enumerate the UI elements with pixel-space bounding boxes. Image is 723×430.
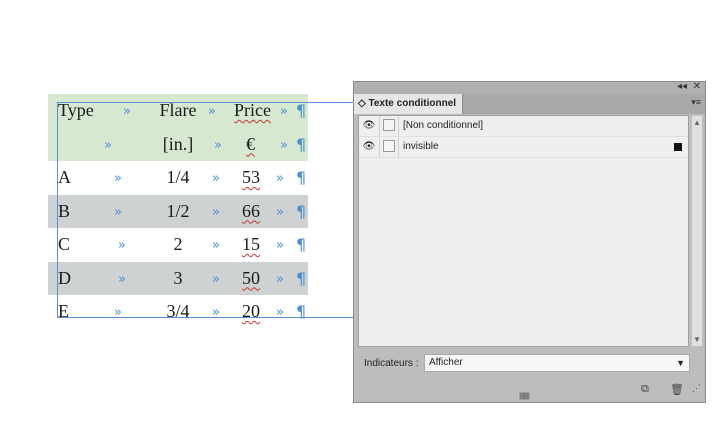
table-row: B » 1/2 » 66 » ¶ bbox=[48, 194, 308, 228]
tab-marker: » bbox=[280, 104, 288, 119]
table-row: C » 2 » 15 » ¶ bbox=[48, 228, 308, 262]
divider bbox=[398, 137, 399, 157]
table-header-row-1: Type » Flare » Price » ¶ bbox=[48, 94, 308, 128]
tab-label: Texte conditionnel bbox=[368, 98, 457, 109]
table-header-row-2: » [in.] » € » ¶ bbox=[48, 127, 308, 161]
tab-marker: » bbox=[123, 104, 131, 119]
tab-marker: » bbox=[118, 238, 126, 253]
indicators-label: Indicateurs : bbox=[364, 358, 419, 369]
condition-checkbox[interactable] bbox=[383, 140, 395, 152]
condition-list: 👁 [Non conditionnel] 👁 invisible bbox=[358, 115, 689, 347]
panel-menu-icon[interactable]: ▾≡ bbox=[691, 97, 701, 108]
scroll-up-icon[interactable]: ▲ bbox=[693, 118, 701, 127]
cell-price: 20 bbox=[242, 301, 260, 321]
tab-marker: » bbox=[114, 171, 122, 186]
tab-marker: » bbox=[104, 137, 112, 153]
tab-marker: » bbox=[212, 238, 220, 253]
condition-label: [Non conditionnel] bbox=[403, 120, 484, 131]
tab-marker: » bbox=[276, 238, 284, 253]
cell-type: C bbox=[58, 234, 71, 254]
cell-flare: 3 bbox=[173, 267, 183, 288]
cell-price: 15 bbox=[242, 234, 260, 254]
pilcrow: ¶ bbox=[296, 134, 307, 154]
pilcrow: ¶ bbox=[296, 268, 307, 288]
text-frame-bottom-edge bbox=[57, 317, 353, 318]
condition-checkbox[interactable] bbox=[383, 119, 395, 131]
cell-price: 66 bbox=[242, 200, 260, 221]
indicators-value: Afficher bbox=[429, 357, 463, 368]
text-frame-top-edge bbox=[57, 102, 353, 103]
tab-marker: » bbox=[212, 204, 220, 220]
tab-toggle-icon: ◇ bbox=[358, 98, 366, 109]
tab-marker: » bbox=[212, 171, 220, 186]
tab-marker: » bbox=[276, 271, 284, 287]
tab-marker: » bbox=[118, 271, 126, 287]
eye-icon[interactable]: 👁 bbox=[361, 120, 377, 132]
divider bbox=[379, 116, 380, 136]
scrollbar[interactable]: ▲ ▼ bbox=[691, 115, 703, 347]
condition-color-swatch bbox=[674, 143, 682, 151]
divider bbox=[398, 116, 399, 136]
cell-price: 50 bbox=[242, 267, 260, 288]
header-flare-unit: [in.] bbox=[162, 133, 194, 154]
header-type: Type bbox=[58, 100, 94, 120]
tab-marker: » bbox=[208, 104, 216, 119]
tab-marker: » bbox=[212, 271, 220, 287]
drag-handle-icon[interactable]: |||||||||||| bbox=[519, 393, 530, 400]
panel-bottom-bar: ⧉ 🗑 ⋰ |||||||||||| bbox=[354, 378, 705, 402]
cell-type: B bbox=[58, 200, 71, 221]
cell-type: E bbox=[58, 301, 69, 321]
chevron-down-icon: ▼ bbox=[676, 358, 685, 368]
document-table: Type » Flare » Price » ¶ » [in.] » € » ¶… bbox=[48, 94, 308, 329]
indicators-row: Indicateurs : Afficher ▼ bbox=[358, 352, 701, 374]
new-icon[interactable]: ⧉ bbox=[641, 383, 649, 396]
list-item[interactable]: 👁 [Non conditionnel] bbox=[359, 116, 688, 137]
pilcrow: ¶ bbox=[296, 101, 307, 120]
tab-marker: » bbox=[214, 137, 222, 153]
scroll-down-icon[interactable]: ▼ bbox=[693, 335, 701, 344]
cell-flare: 2 bbox=[173, 234, 183, 254]
tab-marker: » bbox=[276, 204, 284, 220]
close-icon[interactable]: ✕ bbox=[693, 81, 701, 92]
pilcrow: ¶ bbox=[296, 302, 307, 321]
divider bbox=[379, 137, 380, 157]
header-flare: Flare bbox=[159, 100, 197, 120]
panel-titlebar[interactable]: ◂◂ ✕ bbox=[354, 81, 705, 94]
header-price-unit: € bbox=[246, 133, 255, 154]
condition-label: invisible bbox=[403, 141, 439, 152]
conditional-text-panel: ◂◂ ✕ ◇ Texte conditionnel ▾≡ 👁 [Non cond… bbox=[353, 81, 706, 403]
eye-icon[interactable]: 👁 bbox=[361, 141, 377, 153]
pilcrow: ¶ bbox=[296, 168, 307, 187]
cell-flare: 1/4 bbox=[166, 167, 190, 187]
cell-type: D bbox=[58, 267, 71, 288]
cell-flare: 1/2 bbox=[166, 200, 190, 221]
table-row: D » 3 » 50 » ¶ bbox=[48, 261, 308, 295]
text-frame-left-edge bbox=[57, 102, 58, 318]
cell-price: 53 bbox=[242, 167, 260, 187]
tab-marker: » bbox=[114, 204, 122, 220]
panel-tabbar: ◇ Texte conditionnel ▾≡ bbox=[354, 94, 705, 114]
table-row: E » 3/4 » 20 » ¶ bbox=[48, 295, 308, 329]
table-row: A » 1/4 » 53 » ¶ bbox=[48, 161, 308, 195]
pilcrow: ¶ bbox=[296, 235, 307, 254]
list-item[interactable]: 👁 invisible bbox=[359, 137, 688, 158]
cell-type: A bbox=[58, 167, 71, 187]
pilcrow: ¶ bbox=[296, 201, 307, 221]
indicators-select[interactable]: Afficher ▼ bbox=[424, 354, 690, 372]
tab-marker: » bbox=[276, 171, 284, 186]
tab-conditional-text[interactable]: ◇ Texte conditionnel bbox=[354, 94, 463, 114]
cell-flare: 3/4 bbox=[166, 301, 190, 321]
collapse-icon[interactable]: ◂◂ bbox=[677, 81, 687, 92]
tab-marker: » bbox=[280, 137, 288, 153]
header-price: Price bbox=[234, 100, 271, 120]
trash-icon[interactable]: 🗑 bbox=[670, 383, 684, 396]
resize-grip-icon[interactable]: ⋰ bbox=[692, 383, 701, 394]
